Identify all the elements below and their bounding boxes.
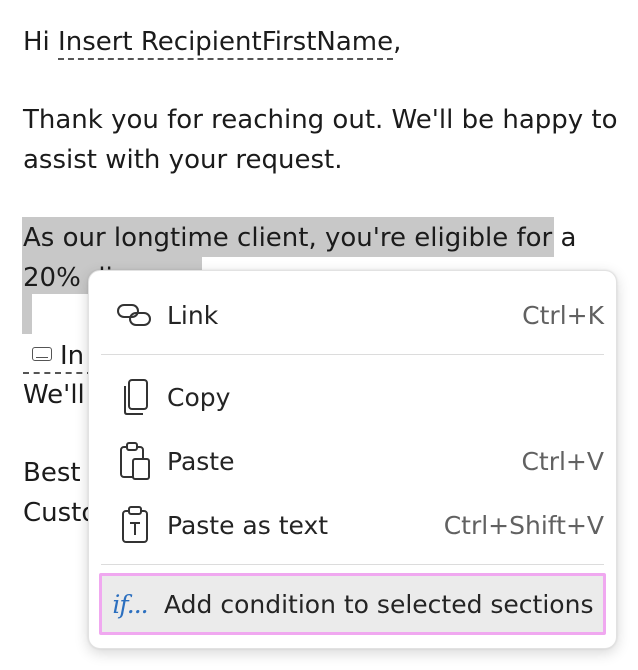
menu-item-link-label: Link: [167, 300, 219, 330]
menu-item-link-shortcut: Ctrl+K: [522, 300, 604, 330]
menu-item-paste-as-text-shortcut: Ctrl+Shift+V: [443, 510, 604, 540]
paragraph1-line2: assist with your request.: [23, 145, 343, 175]
menu-item-link[interactable]: Link Ctrl+K: [101, 287, 604, 343]
menu-item-add-condition-label: Add condition to selected sections: [164, 589, 594, 619]
greeting-prefix: Hi: [23, 27, 50, 57]
paste-as-text-icon: [115, 505, 155, 545]
condition-if-icon: if...: [110, 584, 150, 624]
recipient-first-name-field[interactable]: Insert RecipientFirstName: [58, 27, 394, 60]
link-icon: [115, 295, 155, 335]
field2-underline: [23, 372, 93, 374]
menu-item-copy-label: Copy: [167, 382, 231, 412]
paragraph1-line1: Thank you for reaching out. We'll be hap…: [23, 105, 618, 135]
greeting-line: Hi Insert RecipientFirstName,: [23, 22, 401, 62]
selected-text-line1: As our longtime client, you're eligible …: [23, 223, 577, 253]
menu-item-copy[interactable]: Copy: [101, 369, 604, 425]
field2-line: In: [32, 336, 84, 376]
context-menu: Link Ctrl+K Copy Paste Ctrl+V Paste as t…: [88, 270, 617, 649]
menu-item-add-condition[interactable]: if... Add condition to selected sections: [99, 573, 606, 635]
menu-item-paste-label: Paste: [167, 446, 235, 476]
line-we: We'll: [23, 380, 85, 410]
selection-highlight-line3: [22, 294, 32, 334]
greeting-suffix: ,: [393, 27, 402, 57]
paste-icon: [115, 441, 155, 481]
condition-if-glyph: if...: [112, 589, 148, 619]
field2-text[interactable]: In: [60, 341, 84, 371]
menu-item-paste[interactable]: Paste Ctrl+V: [101, 433, 604, 489]
menu-item-paste-as-text-label: Paste as text: [167, 510, 329, 540]
copy-icon: [115, 377, 155, 417]
field-icon: [32, 346, 52, 361]
menu-separator-2: [101, 564, 604, 565]
menu-separator-1: [101, 354, 604, 355]
menu-item-paste-shortcut: Ctrl+V: [521, 446, 604, 476]
menu-item-paste-as-text[interactable]: Paste as text Ctrl+Shift+V: [101, 497, 604, 553]
signature-line: Custo: [23, 498, 98, 528]
